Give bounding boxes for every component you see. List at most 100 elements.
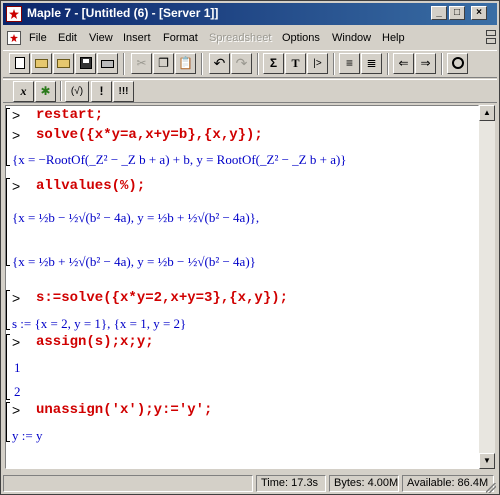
left-arrow-icon: ⇐ [398, 56, 409, 70]
math-input-button[interactable]: Σ [263, 53, 284, 74]
maple-leaf-icon: ✱ [40, 84, 51, 98]
toolbar-separator [201, 53, 203, 75]
resize-grip[interactable] [486, 483, 496, 493]
copy-button[interactable]: ❐ [153, 53, 174, 74]
status-available: Available: 86.4M [402, 475, 494, 492]
undo-button[interactable]: ↶ [209, 53, 230, 74]
minimize-button[interactable]: _ [431, 6, 447, 20]
toolbar-separator [257, 53, 259, 75]
text-icon: T [291, 56, 300, 70]
output-allvalues-1: {x = ½b − ½√(b² − 4a), y = ½b + ½√(b² − … [12, 210, 260, 225]
maximize-button[interactable]: □ [449, 6, 465, 20]
print-button[interactable] [97, 53, 118, 74]
right-arrow-icon: ⇒ [420, 56, 431, 70]
menu-edit[interactable]: Edit [58, 32, 77, 44]
sqrt-icon: (√) [70, 86, 84, 97]
disk-icon [79, 57, 92, 69]
prompt-icon: |> [313, 58, 322, 69]
cut-button: ✂ [131, 53, 152, 74]
scroll-up-button[interactable]: ▲ [479, 105, 495, 121]
input-assign[interactable]: assign(s);x;y; [36, 334, 154, 350]
close-button[interactable]: × [471, 6, 487, 20]
input-solve-1[interactable]: solve({x*y=a,x+y=b},{x,y}); [36, 127, 263, 143]
document-icon[interactable] [7, 31, 21, 45]
clipboard-icon: 📋 [178, 56, 193, 70]
check-expression-button[interactable]: (√) [65, 81, 89, 102]
indent-icon: ≡ [345, 56, 353, 70]
redo-icon: ↷ [235, 55, 248, 71]
input-allvalues[interactable]: allvalues(%); [36, 178, 145, 194]
execution-group-bracket[interactable] [6, 290, 10, 330]
toolbar-separator [333, 53, 335, 75]
execute-all-button[interactable]: !!! [113, 81, 134, 102]
new-file-icon [14, 57, 25, 69]
execution-group-bracket[interactable] [6, 402, 10, 442]
maple-input-button[interactable]: x [13, 81, 34, 102]
undo-icon: ↶ [213, 55, 226, 71]
title-bar[interactable]: Maple 7 - [Untitled (6) - [Server 1]] _ … [3, 3, 497, 25]
context-toolbar: x ✱ (√) ! !!! [3, 79, 497, 103]
output-s-assign: s := {x = 2, y = 1}, {x = 1, y = 2} [12, 316, 187, 331]
menu-window[interactable]: Window [332, 32, 371, 44]
folder-icon [35, 59, 48, 68]
execute-button[interactable]: ! [91, 81, 112, 102]
execution-group-bracket[interactable] [6, 178, 10, 266]
mdi-minimize-button[interactable] [486, 30, 496, 36]
x-icon: x [20, 84, 27, 98]
execution-group-button[interactable]: |> [307, 53, 328, 74]
toolbar-separator [123, 53, 125, 75]
paste-button[interactable]: 📋 [175, 53, 196, 74]
sigma-icon: Σ [269, 56, 278, 70]
stop-icon [451, 57, 464, 69]
execution-group-bracket[interactable] [6, 108, 10, 166]
status-message [3, 475, 253, 492]
maple-leaf-icon[interactable] [6, 6, 22, 22]
vertical-scrollbar[interactable]: ▲ ▼ [479, 105, 495, 469]
status-time: Time: 17.3s [256, 475, 326, 492]
window-title: Maple 7 - [Untitled (6) - [Server 1]] [27, 6, 219, 20]
menu-bar: File Edit View Insert Format Spreadsheet… [3, 28, 497, 48]
input-unassign[interactable]: unassign('x');y:='y'; [36, 402, 212, 418]
toolbar-separator [387, 53, 389, 75]
scroll-down-button[interactable]: ▼ [479, 453, 495, 469]
menu-insert[interactable]: Insert [123, 32, 151, 44]
save-button[interactable] [75, 53, 96, 74]
outdent-button[interactable]: ≣ [361, 53, 382, 74]
triple-exclamation-icon: !!! [118, 86, 129, 97]
maple-window: Maple 7 - [Untitled (6) - [Server 1]] _ … [0, 0, 500, 495]
prompt: > [12, 402, 21, 418]
new-file-button[interactable] [9, 53, 30, 74]
input-restart[interactable]: restart; [36, 107, 103, 123]
execution-group-bracket[interactable] [6, 334, 10, 400]
toolbar-separator [441, 53, 443, 75]
prompt: > [12, 127, 21, 143]
copy-icon: ❐ [158, 56, 169, 70]
output-x-value: 1 [14, 360, 21, 375]
indent-button[interactable]: ≡ [339, 53, 360, 74]
output-y-value: 2 [14, 384, 21, 399]
open-url-button[interactable] [53, 53, 74, 74]
outdent-icon: ≣ [366, 56, 377, 70]
forward-button[interactable]: ⇒ [415, 53, 436, 74]
prompt: > [12, 107, 21, 123]
printer-icon [101, 60, 114, 68]
prompt: > [12, 178, 21, 194]
text-input-button[interactable]: T [285, 53, 306, 74]
prompt: > [12, 290, 21, 306]
worksheet[interactable]: > restart; > solve({x*y=a,x+y=b},{x,y});… [5, 105, 479, 469]
menu-options[interactable]: Options [282, 32, 320, 44]
back-button[interactable]: ⇐ [393, 53, 414, 74]
menu-file[interactable]: File [29, 32, 47, 44]
mdi-close-button[interactable] [486, 38, 496, 44]
menu-spreadsheet: Spreadsheet [209, 32, 272, 44]
menu-format[interactable]: Format [163, 32, 198, 44]
open-file-button[interactable] [31, 53, 52, 74]
prompt: > [12, 334, 21, 350]
menu-view[interactable]: View [89, 32, 113, 44]
redo-button: ↷ [231, 53, 252, 74]
stop-button[interactable] [447, 53, 468, 74]
input-solve-2[interactable]: s:=solve({x*y=2,x+y=3},{x,y}); [36, 290, 288, 306]
main-toolbar: ✂ ❐ 📋 ↶ ↷ Σ T |> ≡ ≣ ⇐ ⇒ [3, 50, 497, 78]
menu-help[interactable]: Help [382, 32, 405, 44]
maple-notation-button[interactable]: ✱ [35, 81, 56, 102]
